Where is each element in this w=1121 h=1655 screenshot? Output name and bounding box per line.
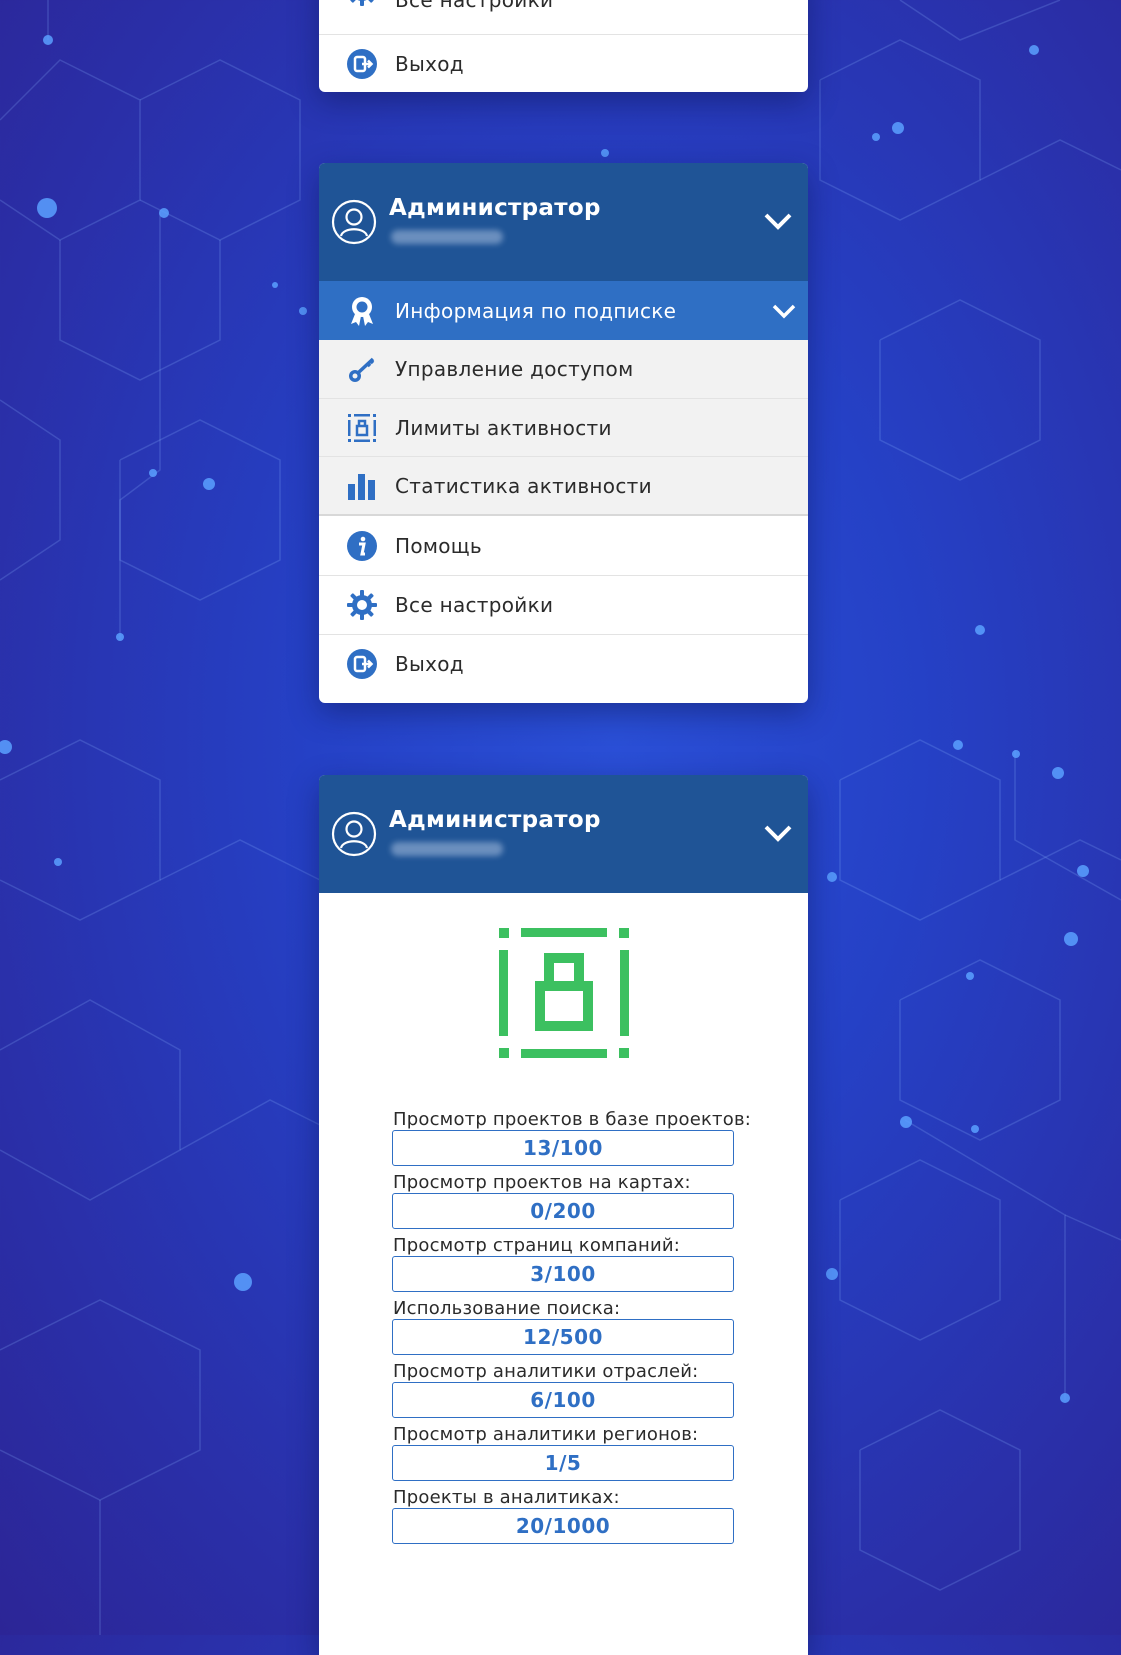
menu-item-logout[interactable]: Выход <box>319 34 808 92</box>
limit-lock-icon <box>341 407 383 449</box>
limit-item-region-analytics: Просмотр аналитики регионов: 1/5 <box>319 1424 808 1481</box>
limit-item-projects-db: Просмотр проектов в базе проектов: 13/10… <box>319 1109 808 1166</box>
limit-lock-icon <box>498 928 629 1058</box>
limit-label: Проекты в аналитиках: <box>393 1487 620 1508</box>
account-name: Администратор <box>389 807 601 833</box>
logout-icon <box>341 43 383 85</box>
limits-icon-wrap <box>319 893 808 1093</box>
organization-name-blurred <box>391 230 503 244</box>
gear-icon <box>341 0 383 12</box>
menu-item-label: Информация по подписке <box>395 298 677 323</box>
limits-card: Администратор Просмотр проектов в базе п… <box>319 775 808 1655</box>
menu-item-label: Статистика активности <box>395 473 652 498</box>
limit-value: 1/5 <box>392 1445 734 1481</box>
menu-item-activity-stats[interactable]: Статистика активности <box>319 456 808 514</box>
info-icon <box>341 525 383 567</box>
limit-value: 6/100 <box>392 1382 734 1418</box>
limit-label: Просмотр аналитики отраслей: <box>393 1361 699 1382</box>
limits-list: Просмотр проектов в базе проектов: 13/10… <box>319 1093 808 1544</box>
limit-item-company-pages: Просмотр страниц компаний: 3/100 <box>319 1235 808 1292</box>
menu-item-subscription-info[interactable]: Информация по подписке <box>319 281 808 340</box>
menu-item-label: Помощь <box>395 533 483 558</box>
user-avatar-icon <box>331 811 377 857</box>
menu-item-label: Управление доступом <box>395 357 634 381</box>
logout-icon <box>341 643 383 685</box>
bar-chart-icon <box>341 465 383 507</box>
account-header[interactable]: Администратор <box>319 775 808 893</box>
limit-value: 0/200 <box>392 1193 734 1229</box>
menu-item-label: Все настройки <box>395 0 554 12</box>
account-name: Администратор <box>389 195 601 221</box>
chevron-down-icon[interactable] <box>760 815 796 851</box>
limit-value: 3/100 <box>392 1256 734 1292</box>
account-header[interactable]: Администратор <box>319 163 808 281</box>
menu-top-card: Все настройки Выход <box>319 0 808 92</box>
limit-item-search: Использование поиска: 12/500 <box>319 1298 808 1355</box>
limit-value: 13/100 <box>392 1130 734 1166</box>
gear-icon <box>341 584 383 626</box>
menu-expanded-card: Администратор Информация по подписке Упр… <box>319 163 808 703</box>
user-avatar-icon <box>331 199 377 245</box>
limit-value: 12/500 <box>392 1319 734 1355</box>
menu-item-label: Все настройки <box>395 593 554 617</box>
menu-item-label: Выход <box>395 51 464 76</box>
limit-value: 20/1000 <box>392 1508 734 1544</box>
award-icon <box>341 290 383 332</box>
menu-item-access-control[interactable]: Управление доступом <box>319 340 808 398</box>
limit-label: Просмотр аналитики регионов: <box>393 1424 699 1445</box>
limit-item-projects-maps: Просмотр проектов на картах: 0/200 <box>319 1172 808 1229</box>
chevron-down-icon[interactable] <box>760 203 796 239</box>
limit-item-industry-analytics: Просмотр аналитики отраслей: 6/100 <box>319 1361 808 1418</box>
limit-label: Использование поиска: <box>393 1298 621 1319</box>
menu-item-all-settings[interactable]: Все настройки <box>319 0 808 34</box>
menu-item-label: Лимиты активности <box>395 415 612 440</box>
menu-item-help[interactable]: Помощь <box>319 514 808 575</box>
menu-item-label: Выход <box>395 652 464 676</box>
organization-name-blurred <box>391 842 503 856</box>
key-icon <box>341 348 383 390</box>
limit-label: Просмотр проектов в базе проектов: <box>393 1109 752 1130</box>
menu-item-logout[interactable]: Выход <box>319 634 808 693</box>
limit-label: Просмотр страниц компаний: <box>393 1235 681 1256</box>
menu-item-activity-limits[interactable]: Лимиты активности <box>319 398 808 456</box>
limit-item-analytics-projects: Проекты в аналитиках: 20/1000 <box>319 1487 808 1544</box>
limit-label: Просмотр проектов на картах: <box>393 1172 691 1193</box>
menu-item-all-settings[interactable]: Все настройки <box>319 575 808 634</box>
chevron-down-icon[interactable] <box>770 297 798 325</box>
